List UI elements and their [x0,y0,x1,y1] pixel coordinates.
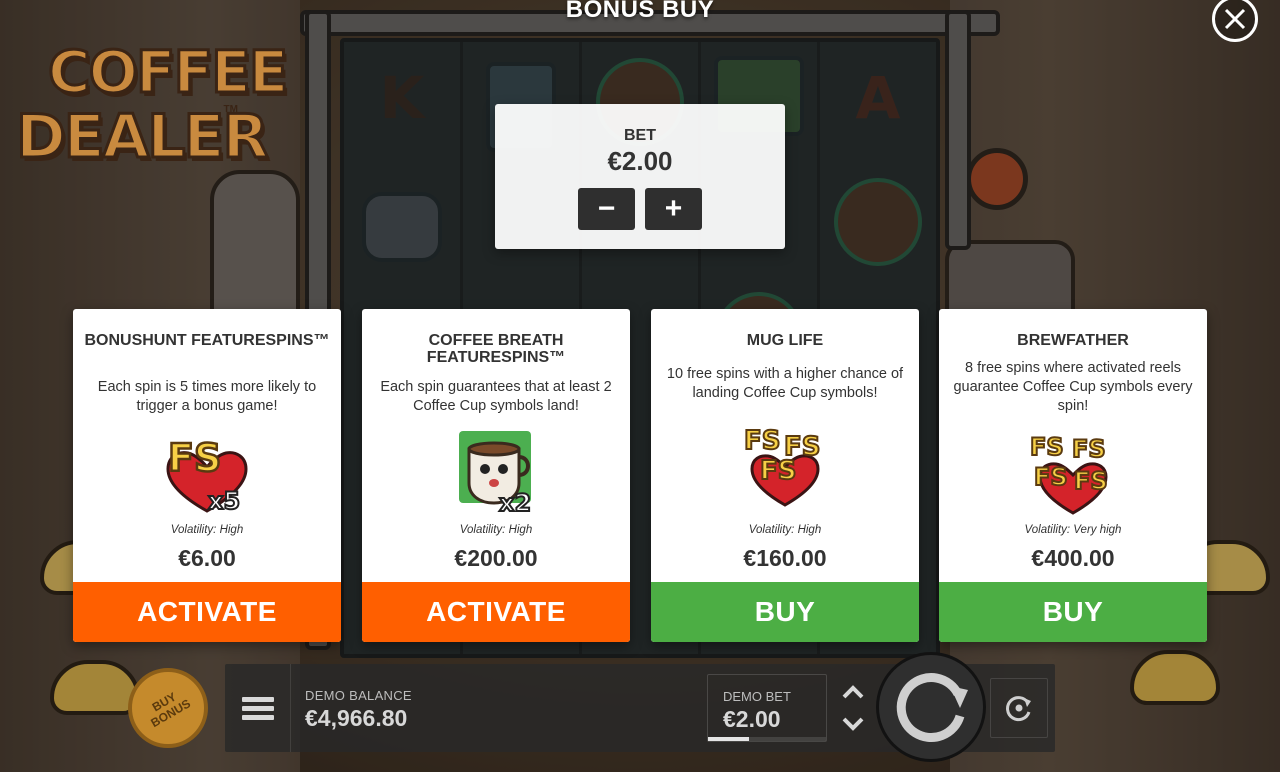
card-title: COFFEE BREATH FEATURESPINS™ [426,332,566,366]
activate-bonushunt-button[interactable]: ACTIVATE [73,582,341,642]
logo-line1: COFFEE [46,37,289,108]
card-price: €160.00 [743,545,827,571]
coffee-cup-x2-icon: x2 [459,431,532,515]
fs-icon-text: FS [1034,463,1068,491]
bonus-card-coffee-breath: COFFEE BREATH FEATURESPINS™ Each spin gu… [362,309,630,642]
card-price: €6.00 [178,545,236,571]
fs-triple-icon: FS FS FS [743,425,822,507]
card-description: Each spin guarantees that at least 2 Cof… [380,379,612,414]
card-volatility: Volatility: Very high [1024,524,1122,536]
card-description: Each spin is 5 times more likely to trig… [97,379,317,414]
fs-icon-text: FS [1030,433,1064,461]
bet-up-arrow-icon[interactable] [837,680,869,704]
decrease-bet-button[interactable]: − [578,188,635,230]
card-price: €200.00 [454,545,538,571]
activate-coffee-breath-button[interactable]: ACTIVATE [362,582,630,642]
buy-bonus-button[interactable]: BUY BONUS [128,668,208,748]
autoplay-button[interactable] [990,678,1048,738]
fs-icon-text: FS [760,456,797,486]
logo-trademark: TM [223,104,238,115]
autoplay-icon [1006,696,1031,722]
bottom-control-bar: DEMO BALANCE €4,966.80 DEMO BET €2.00 [225,652,1055,762]
card-title: MUG LIFE [746,332,824,349]
demo-bet-display[interactable]: DEMO BET €2.00 [707,674,827,742]
fs-icon-text: FS [1074,467,1108,495]
close-icon [1224,8,1246,30]
bonus-card-brewfather: BREWFATHER 8 free spins where activated … [939,309,1207,642]
demo-bet-value: €2.00 [723,706,781,732]
bet-stepper: − + [495,188,785,230]
bet-panel: BET €2.00 − + [495,104,785,249]
hamburger-icon [241,693,274,724]
buy-bonus-label: BUY BONUS [143,686,194,731]
modal-title: BONUS BUY [565,0,715,23]
bonus-card-mug-life: MUG LIFE 10 free spins with a higher cha… [651,309,919,642]
increase-bet-button[interactable]: + [645,188,702,230]
spin-arrow-icon [896,673,968,742]
card-volatility: Volatility: High [459,524,533,536]
multiplier-text: x2 [499,489,531,515]
buy-brewfather-button[interactable]: BUY [939,582,1207,642]
demo-bet-label: DEMO BET [723,689,791,704]
buy-mug-life-button[interactable]: BUY [651,582,919,642]
fs-icon-text: FS [744,426,781,456]
bet-down-arrow-icon[interactable] [837,712,869,736]
fs-icon-text: FS [168,436,221,480]
card-volatility: Volatility: High [170,524,244,536]
fs-quad-icon: FS FS FS FS [1029,432,1109,515]
spin-button[interactable] [876,652,986,762]
card-title: BREWFATHER [1017,332,1129,349]
bet-label: BET [624,127,656,144]
fs-x5-icon: FS x5 [166,435,248,515]
bonus-card-bonushunt: BONUSHUNT FEATURESPINS™ Each spin is 5 t… [73,309,341,642]
balance-value: €4,966.80 [305,705,408,731]
card-volatility: Volatility: High [748,524,822,536]
card-description: 8 free spins where activated reels guara… [953,360,1193,414]
multiplier-text: x5 [208,487,240,515]
balance-label: DEMO BALANCE [305,688,412,703]
bet-level-fill [708,737,750,741]
game-logo: COFFEE DEALER TM [15,37,290,178]
card-title: BONUSHUNT FEATURESPINS™ [84,332,330,349]
bet-value: €2.00 [607,146,673,176]
card-description: 10 free spins with a higher chance of la… [666,366,904,401]
fs-icon-text: FS [1072,435,1106,463]
menu-button[interactable] [225,664,291,752]
card-price: €400.00 [1031,545,1115,571]
bet-level-track [708,737,826,741]
